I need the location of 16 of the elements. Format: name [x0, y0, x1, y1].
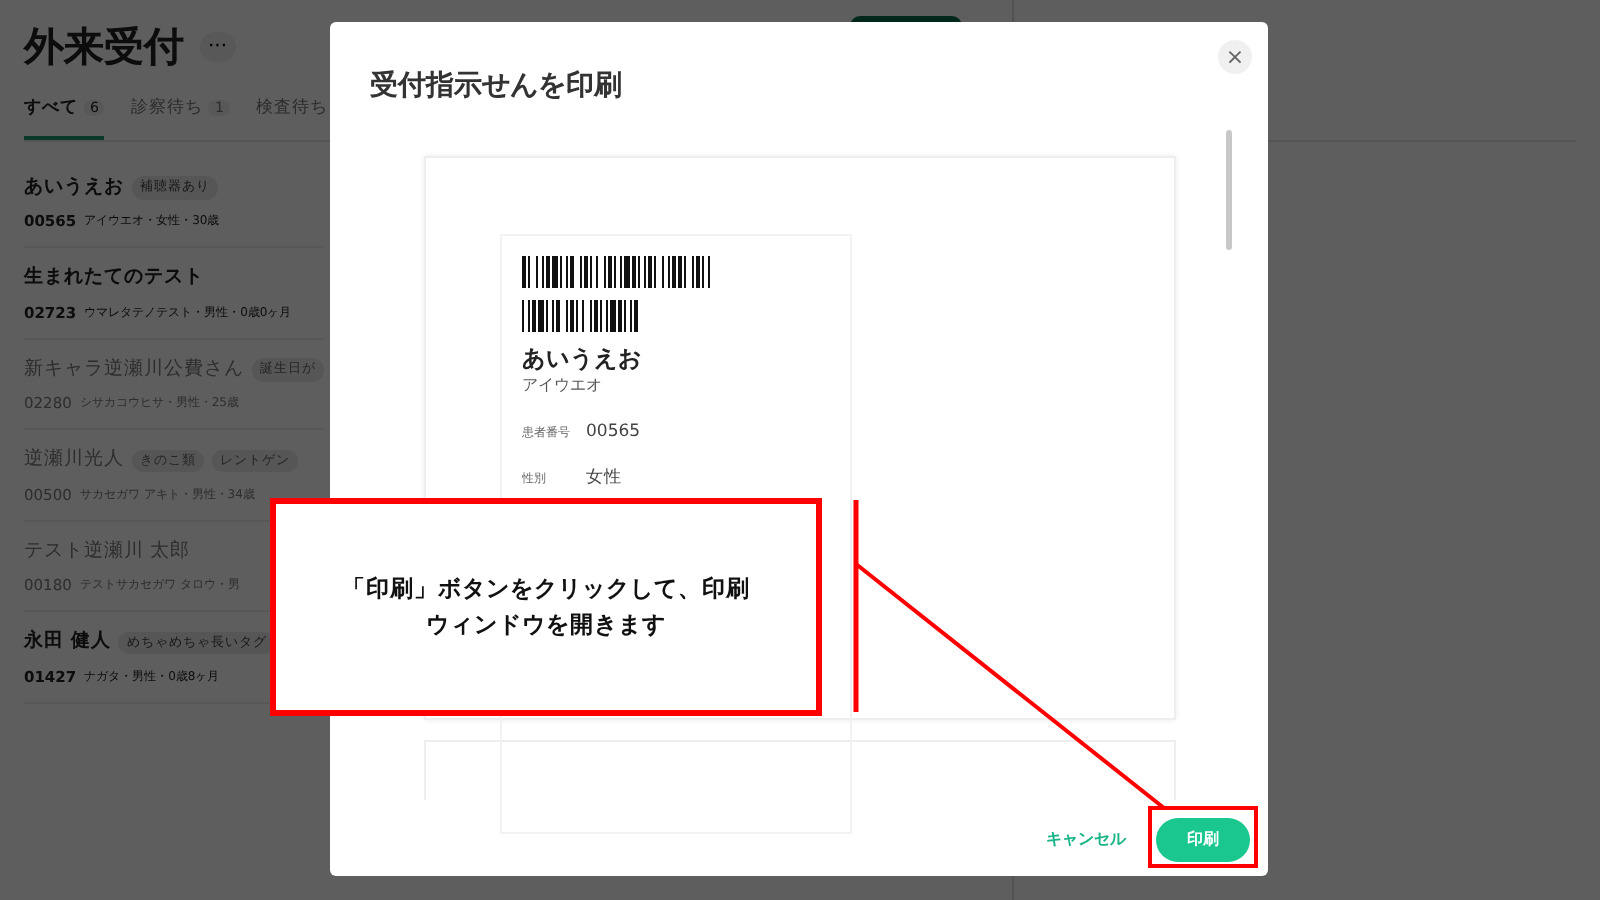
patient-name: 生まれたてのテスト: [24, 264, 204, 293]
field-value: 女性: [586, 467, 622, 488]
scrollbar[interactable]: [1226, 130, 1232, 250]
page-title: 外来受付: [24, 20, 184, 74]
close-button[interactable]: ×: [1218, 40, 1252, 74]
callout-text: 「印刷」ボタンをクリックして、印刷ウィンドウを開きます: [340, 571, 752, 641]
patient-name: 永田 健人: [24, 628, 111, 657]
patient-name: あいうえお: [522, 344, 644, 374]
cancel-link[interactable]: キャンセル: [1046, 828, 1126, 852]
patient-name: あいうえお: [24, 173, 124, 202]
field-value: 00565: [586, 422, 641, 443]
dialog-title: 受付指示せんを印刷: [370, 68, 622, 106]
more-button[interactable]: ···: [200, 31, 236, 61]
print-button[interactable]: 印刷: [1156, 818, 1250, 862]
patient-kana: アイウエオ: [522, 375, 604, 397]
highlight-frame: [1148, 806, 1258, 868]
